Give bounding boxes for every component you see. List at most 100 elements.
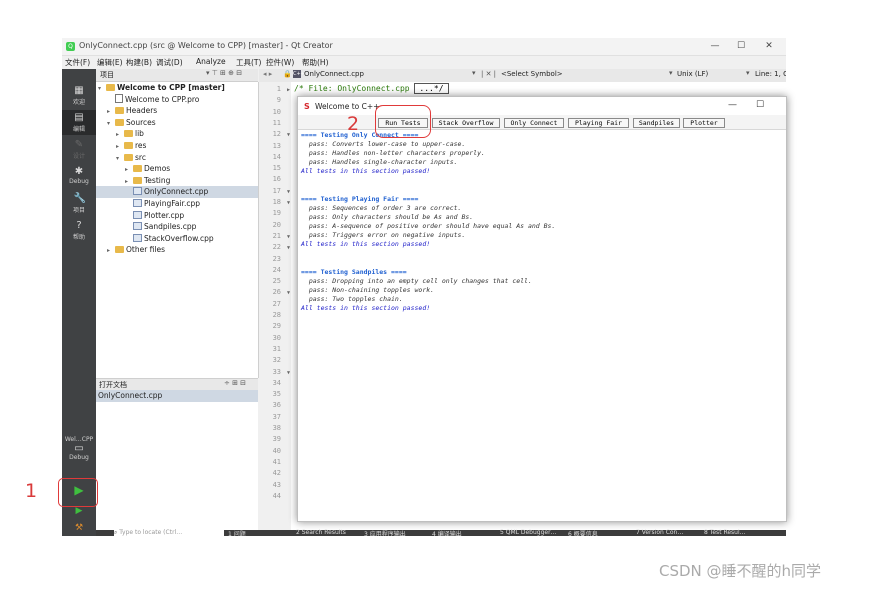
mode-label: Debug <box>69 178 89 185</box>
output-tab[interactable]: 2 Search Results <box>296 529 346 536</box>
line-ending-combo[interactable]: Unix (LF) <box>677 70 708 78</box>
line-number: 39 <box>272 435 281 444</box>
tree-item[interactable]: ▸ res <box>96 140 258 152</box>
symbol-combo[interactable]: <Select Symbol> <box>501 70 563 78</box>
dialog-maximize-button[interactable]: ☐ <box>756 100 764 110</box>
locator-input[interactable]: ⌕ Type to locate (Ctrl… <box>114 529 224 536</box>
kit-name: Wel…CPP <box>64 436 94 443</box>
tree-item[interactable]: PlayingFair.cpp <box>96 198 258 210</box>
dialog-button[interactable]: Plotter <box>683 118 725 128</box>
output-line: pass: Non-chaining topples work. <box>301 285 435 294</box>
output-tab[interactable]: 1 问题 <box>228 529 246 536</box>
menu-item[interactable]: 调试(D) <box>156 57 183 68</box>
tree-item[interactable]: Plotter.cpp <box>96 210 258 222</box>
menu-item[interactable]: 帮助(H) <box>302 57 329 68</box>
line-number: 10 <box>272 107 281 116</box>
menu-item[interactable]: 编辑(E) <box>97 57 123 68</box>
fold-marker-icon[interactable]: ▼ <box>287 132 290 138</box>
fold-marker-icon[interactable]: ▼ <box>287 290 290 296</box>
line-number-gutter: 1 ▶ 9 10 11 12 ▼ 13 14 15 16 17 ▼ 18 ▼ 19 20 21 ▼ 22 ▼ 23 24 25… <box>259 82 291 530</box>
fold-marker-icon[interactable]: ▼ <box>287 200 290 206</box>
mode-icon: ✎ <box>74 139 84 150</box>
mode-debug[interactable]: ✱ Debug <box>62 164 96 189</box>
folded-comment-marker[interactable]: ...*/ <box>414 83 449 94</box>
fold-marker-icon[interactable]: ▼ <box>287 370 290 376</box>
tree-item[interactable]: OnlyConnect.cpp <box>96 186 258 198</box>
encoding-arrow-icon[interactable]: ▾ <box>746 69 750 77</box>
mode-item[interactable]: 🔧 项目 <box>62 191 96 216</box>
nav-back-icon[interactable]: ◂ ▸ <box>263 70 272 78</box>
output-tab[interactable]: 4 编译输出 <box>432 529 462 536</box>
tree-item[interactable]: ▾ src <box>96 152 258 164</box>
close-doc-icon[interactable]: | ✕ | <box>481 70 496 78</box>
project-tree: ▾ Welcome to CPP [master] Welcome to CPP.p… <box>96 82 259 378</box>
tree-item[interactable]: ▸ lib <box>96 128 258 140</box>
file-combo[interactable]: OnlyConnect.cpp <box>304 70 364 78</box>
tree-item[interactable]: ▸ Demos <box>96 163 258 175</box>
open-doc-item[interactable]: OnlyConnect.cpp <box>96 390 258 402</box>
output-line: pass: Triggers error on negative inputs. <box>301 231 466 240</box>
file-combo-arrow-icon[interactable]: ▾ <box>472 69 476 77</box>
file-icon <box>133 187 142 196</box>
menu-item[interactable]: 文件(F) <box>65 57 90 68</box>
qt-app-icon: Q <box>66 42 75 51</box>
output-tab[interactable]: 5 QML Debugger… <box>500 529 557 536</box>
tree-item[interactable]: ▸ Headers <box>96 105 258 117</box>
menu-item[interactable]: 控件(W) <box>266 57 294 68</box>
menu-item[interactable]: 构建(B) <box>126 57 152 68</box>
mode-item[interactable]: ✎ 设计 <box>62 137 96 162</box>
dialog-minimize-button[interactable]: — <box>728 100 737 110</box>
search-icon: ⌕ <box>114 529 118 536</box>
folder-icon <box>124 130 133 138</box>
line-number: 34 <box>272 378 281 387</box>
mode-label: 编辑 <box>72 126 85 133</box>
line-number: 26 <box>272 288 281 297</box>
dialog-button[interactable]: Playing Fair <box>568 118 629 128</box>
build-hammer-icon[interactable]: ⚒ <box>62 520 96 536</box>
menu-item[interactable]: Analyze <box>196 57 226 66</box>
tree-item[interactable]: Sandpiles.cpp <box>96 221 258 233</box>
tree-item[interactable]: ▸ Other files <box>96 244 258 256</box>
mode-icon: 🔧 <box>73 193 86 204</box>
mode-label: 项目 <box>72 207 85 214</box>
fold-marker-icon[interactable]: ▼ <box>287 245 290 251</box>
output-tab[interactable]: 3 应用程序输出 <box>364 529 406 536</box>
menu-item[interactable]: 工具(T) <box>236 57 261 68</box>
mode-item[interactable]: ▤ 编辑 <box>62 110 96 135</box>
file-icon <box>133 233 142 242</box>
stanford-s-icon: S <box>304 102 310 111</box>
minimize-button[interactable]: — <box>702 39 728 53</box>
chevron-icon[interactable]: ▸ <box>107 245 115 257</box>
monitor-icon: ▭ <box>74 443 84 454</box>
mode-item[interactable]: ? 帮助 <box>62 218 96 243</box>
output-tab[interactable]: 8 Test Resul… <box>704 529 746 536</box>
maximize-button[interactable]: ☐ <box>728 39 754 53</box>
fold-marker-icon[interactable]: ▼ <box>287 189 290 195</box>
tree-item[interactable]: ▾ Welcome to CPP [master] <box>96 82 258 94</box>
tree-item[interactable]: Welcome to CPP.pro <box>96 93 258 106</box>
tree-item-label: Welcome to CPP.pro <box>125 94 200 104</box>
open-docs-tools-icon[interactable]: ÷ ⊞ ⊟ <box>224 379 246 387</box>
output-tab[interactable]: 6 概要信息 <box>568 529 598 536</box>
line-number: 44 <box>272 491 281 500</box>
kit-selector[interactable]: Wel…CPP ▭ Debug <box>62 434 96 468</box>
folder-icon <box>115 246 124 254</box>
symbol-combo-arrow-icon[interactable]: ▾ <box>669 69 673 77</box>
project-pane-tools-icon[interactable]: ▾ ⊤ ⊞ ⊕ ⊟ <box>206 69 242 77</box>
dialog-button[interactable]: Only Connect <box>504 118 564 128</box>
line-number: 27 <box>272 299 281 308</box>
tree-item-label: Sandpiles.cpp <box>144 222 197 232</box>
tree-item[interactable]: StackOverflow.cpp <box>96 233 258 245</box>
mode-item[interactable]: ▦ 欢迎 <box>62 83 96 108</box>
tree-item[interactable]: ▸ Testing <box>96 175 258 187</box>
tree-item[interactable]: ▾ Sources <box>96 117 258 129</box>
dialog-button[interactable]: Sandpiles <box>633 118 680 128</box>
close-button[interactable]: ✕ <box>756 39 782 53</box>
fold-marker-icon[interactable]: ▶ <box>287 87 290 93</box>
annotation-1: 1 <box>25 480 38 502</box>
dialog-button[interactable]: Stack Overflow <box>432 118 500 128</box>
output-line: ==== Testing Playing Fair ==== <box>301 194 419 203</box>
line-number: 31 <box>272 344 281 353</box>
output-tab[interactable]: 7 Version Con… <box>636 529 683 536</box>
fold-marker-icon[interactable]: ▼ <box>287 234 290 240</box>
